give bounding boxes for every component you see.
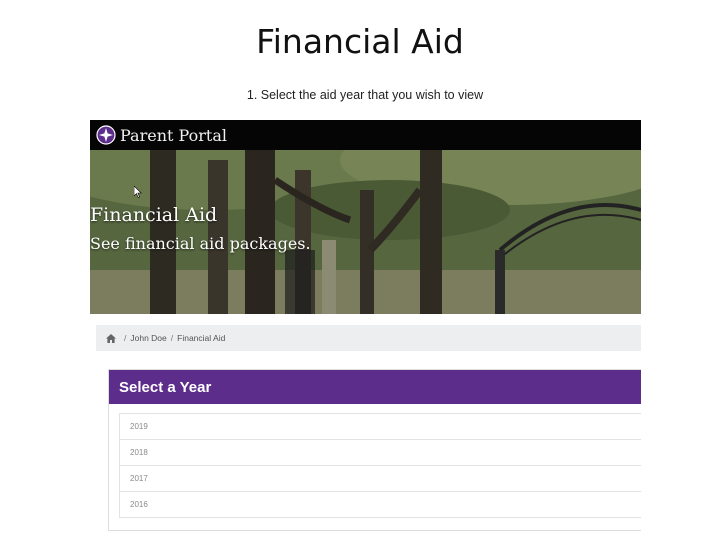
breadcrumb-separator: / (124, 333, 127, 343)
year-option-2019[interactable]: 2019 (120, 414, 641, 440)
year-label: 2019 (130, 422, 148, 431)
portal-screenshot: Parent Portal Financial Aid See financia… (90, 120, 641, 540)
breadcrumb: / John Doe / Financial Aid (96, 325, 641, 351)
star-seal-icon (96, 125, 116, 145)
mouse-pointer-icon (134, 186, 142, 198)
hero-subtitle: See financial aid packages. (90, 234, 311, 253)
hero-banner: Financial Aid See financial aid packages… (90, 150, 641, 314)
year-option-2018[interactable]: 2018 (120, 440, 641, 466)
breadcrumb-item-john-doe[interactable]: John Doe (130, 333, 166, 343)
year-option-2016[interactable]: 2016 (120, 492, 641, 517)
breadcrumb-separator: / (170, 333, 174, 343)
portal-name[interactable]: Parent Portal (120, 126, 227, 145)
select-year-title: Select a Year (119, 378, 212, 396)
year-option-2017[interactable]: 2017 (120, 466, 641, 492)
breadcrumb-item-financial-aid: Financial Aid (177, 333, 226, 343)
select-year-header: Select a Year (109, 370, 641, 404)
hero-title: Financial Aid (90, 204, 218, 226)
slide-subtitle: 1. Select the aid year that you wish to … (246, 88, 484, 102)
select-year-panel: Select a Year 2019 2018 2017 2016 (108, 369, 641, 531)
year-list: 2019 2018 2017 2016 (119, 413, 641, 518)
year-label: 2016 (130, 500, 148, 509)
year-label: 2017 (130, 474, 148, 483)
portal-top-bar: Parent Portal (90, 120, 641, 150)
slide-title: Financial Aid (256, 22, 464, 61)
campus-trees-image (90, 150, 641, 314)
home-icon[interactable] (106, 333, 116, 343)
year-label: 2018 (130, 448, 148, 457)
